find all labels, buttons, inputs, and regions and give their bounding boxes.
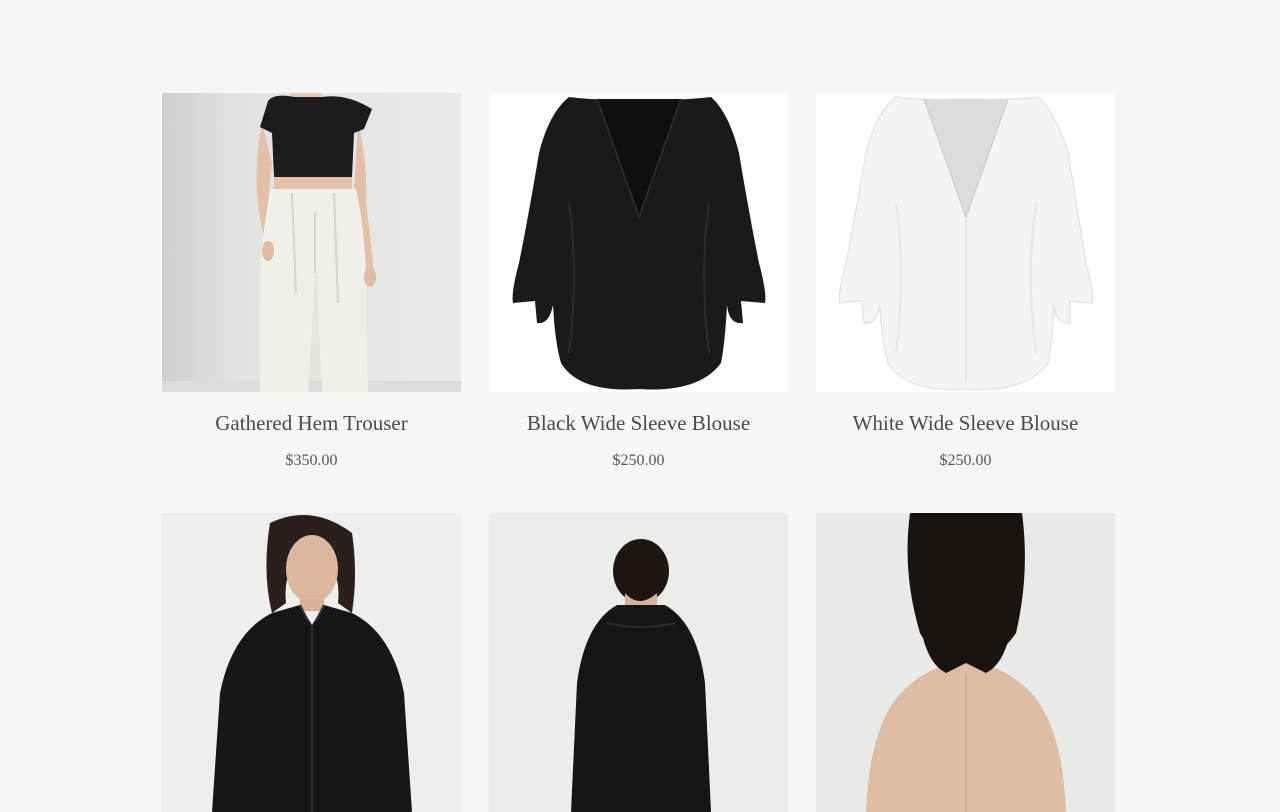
model-crop-top-white-trousers-image — [162, 93, 461, 392]
product-image-link[interactable] — [489, 513, 788, 812]
product-price: $250.00 — [612, 452, 665, 469]
product-title[interactable]: Black Wide Sleeve Blouse — [489, 411, 788, 436]
product-card[interactable]: White Wide Sleeve Blouse $250.00 — [816, 93, 1115, 469]
product-card[interactable] — [162, 513, 461, 812]
black-v-neck-blouse-image — [489, 93, 788, 392]
model-bare-back-image — [816, 513, 1115, 812]
white-v-neck-blouse-image — [816, 93, 1115, 392]
product-image-link[interactable] — [162, 513, 461, 812]
model-black-shirt-front-image — [162, 513, 461, 812]
product-image-link[interactable] — [162, 93, 461, 392]
product-image-link[interactable] — [816, 93, 1115, 392]
product-image-link[interactable] — [489, 93, 788, 392]
product-price: $250.00 — [939, 452, 992, 469]
product-card[interactable] — [489, 513, 788, 812]
product-card[interactable]: Gathered Hem Trouser $350.00 — [162, 93, 461, 469]
product-title[interactable]: White Wide Sleeve Blouse — [816, 411, 1115, 436]
product-title[interactable]: Gathered Hem Trouser — [162, 411, 461, 436]
model-black-shirt-back-image — [489, 513, 788, 812]
product-card[interactable]: Black Wide Sleeve Blouse $250.00 — [489, 93, 788, 469]
product-image-link[interactable] — [816, 513, 1115, 812]
product-card[interactable] — [816, 513, 1115, 812]
product-price: $350.00 — [285, 452, 338, 469]
